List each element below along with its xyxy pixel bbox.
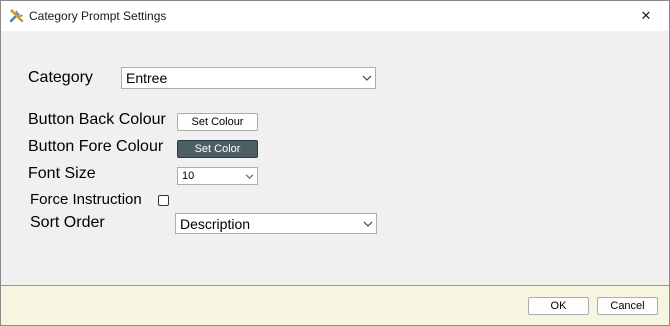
close-button[interactable]: ✕: [623, 1, 669, 31]
font-size-value: 10: [182, 170, 195, 182]
dialog-window: Category Prompt Settings ✕ Category Entr…: [0, 0, 670, 326]
button-fore-colour-label: Button Fore Colour: [28, 138, 164, 155]
form-area: Category Entree Button Back Colour Set C…: [1, 31, 669, 285]
font-size-label: Font Size: [28, 165, 96, 182]
set-fore-colour-button[interactable]: Set Color: [177, 140, 258, 158]
category-select[interactable]: Entree: [121, 67, 376, 89]
sort-order-value: Description: [180, 215, 251, 232]
title-bar: Category Prompt Settings ✕: [1, 1, 669, 31]
chevron-down-icon: [360, 214, 376, 233]
chevron-down-icon: [359, 68, 375, 88]
sort-order-select[interactable]: Description: [175, 213, 377, 234]
set-back-colour-button[interactable]: Set Colour: [177, 113, 258, 131]
close-icon: ✕: [640, 8, 652, 23]
force-instruction-checkbox[interactable]: [158, 195, 169, 206]
category-label: Category: [28, 69, 93, 86]
font-size-select[interactable]: 10: [177, 167, 258, 185]
dialog-footer: OK Cancel: [1, 285, 669, 325]
sort-order-label: Sort Order: [30, 214, 105, 231]
ok-button[interactable]: OK: [528, 297, 589, 315]
category-value: Entree: [126, 70, 168, 86]
cancel-button[interactable]: Cancel: [597, 297, 658, 315]
tools-icon: [9, 8, 25, 24]
chevron-down-icon: [241, 168, 257, 184]
button-back-colour-label: Button Back Colour: [28, 111, 166, 128]
window-title: Category Prompt Settings: [29, 9, 167, 23]
force-instruction-label: Force Instruction: [30, 191, 142, 208]
